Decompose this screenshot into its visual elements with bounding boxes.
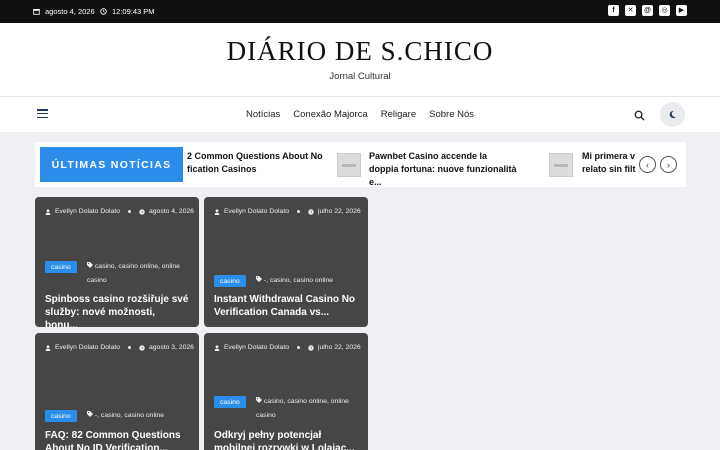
post-title[interactable]: Instant Withdrawal Casino No Verificatio… — [214, 293, 358, 319]
search-icon[interactable] — [634, 110, 645, 121]
user-icon — [214, 208, 220, 215]
instagram-icon[interactable]: ◎ — [659, 5, 670, 16]
post-tags: casino, casino online, online casino — [256, 395, 361, 423]
ticker-item[interactable]: Mi primera v relato sin filt — [582, 150, 637, 176]
ticker-controls: ‹ › — [639, 156, 677, 173]
clock-icon — [139, 208, 145, 215]
ticker-thumbnail[interactable] — [337, 153, 361, 177]
chevron-left-icon[interactable]: ‹ — [639, 156, 656, 173]
clock-icon — [308, 344, 314, 351]
post-author[interactable]: Evellyn Dolato Dolato — [224, 344, 289, 351]
tag-icon — [256, 397, 262, 403]
site-header: DIÁRIO DE S.CHICO Jornal Cultural — [0, 23, 720, 96]
post-meta: Evellyn Dolato Dolato julho 22, 2026 — [214, 208, 361, 215]
latest-news-ticker: ÚLTIMAS NOTÍCIAS 2 Common Questions Abou… — [35, 142, 686, 187]
moon-icon — [669, 110, 677, 119]
post-tags: -, casino, casino online — [256, 274, 361, 288]
post-date[interactable]: agosto 3, 2026 — [149, 344, 194, 351]
post-card[interactable]: Evellyn Dolato Dolato julho 22, 2026 cas… — [204, 333, 368, 450]
time-text: 12:09:43 PM — [112, 7, 155, 16]
tags-text[interactable]: casino, casino online, online casino — [256, 398, 349, 419]
site-title[interactable]: DIÁRIO DE S.CHICO — [0, 36, 720, 67]
post-title[interactable]: FAQ: 82 Common Questions About No ID Ver… — [45, 429, 189, 450]
calendar-icon — [33, 8, 40, 15]
user-icon — [214, 344, 220, 351]
nav-item-conexao-majorca[interactable]: Conexão Majorca — [293, 109, 367, 120]
threads-icon[interactable]: @ — [642, 5, 653, 16]
date-text: agosto 4, 2026 — [45, 7, 95, 16]
nav-item-noticias[interactable]: Notícias — [246, 109, 280, 120]
post-title[interactable]: Odkryj pełny potencjał mobilnej rozrywki… — [214, 429, 358, 450]
post-meta: Evellyn Dolato Dolato agosto 3, 2026 — [45, 344, 194, 351]
post-title[interactable]: Spinboss casino rozšiřuje své služby: no… — [45, 293, 189, 327]
current-date: agosto 4, 2026 — [33, 7, 95, 16]
post-card[interactable]: Evellyn Dolato Dolato agosto 3, 2026 cas… — [35, 333, 199, 450]
post-author[interactable]: Evellyn Dolato Dolato — [55, 208, 120, 215]
top-bar: agosto 4, 2026 12:09:43 PM f ✕ @ ◎ ▶ — [0, 0, 720, 23]
social-links: f ✕ @ ◎ ▶ — [608, 5, 687, 16]
post-tags: -, casino, casino online — [87, 409, 192, 423]
current-time: 12:09:43 PM — [100, 7, 155, 16]
user-icon — [45, 344, 51, 351]
clock-icon — [100, 8, 107, 15]
ticker-label: ÚLTIMAS NOTÍCIAS — [40, 147, 183, 182]
category-badge[interactable]: casino — [214, 275, 246, 287]
nav-item-sobre-nos[interactable]: Sobre Nós — [429, 109, 474, 120]
clock-icon — [308, 208, 314, 215]
youtube-icon[interactable]: ▶ — [676, 5, 687, 16]
nav-menu: Notícias Conexão Majorca Religare Sobre … — [0, 109, 720, 120]
post-author[interactable]: Evellyn Dolato Dolato — [224, 208, 289, 215]
facebook-icon[interactable]: f — [608, 5, 619, 16]
post-meta: Evellyn Dolato Dolato julho 22, 2026 — [214, 344, 361, 351]
x-icon[interactable]: ✕ — [625, 5, 636, 16]
tags-text[interactable]: casino, casino online, online casino — [87, 263, 180, 284]
ticker-item[interactable]: 2 Common Questions About No fication Cas… — [187, 150, 327, 176]
category-badge[interactable]: casino — [45, 410, 77, 422]
tag-icon — [87, 411, 93, 417]
post-meta: Evellyn Dolato Dolato agosto 4, 2026 — [45, 208, 194, 215]
tags-text[interactable]: -, casino, casino online — [264, 277, 333, 284]
post-date[interactable]: julho 22, 2026 — [318, 344, 361, 351]
user-icon — [45, 208, 51, 215]
category-badge[interactable]: casino — [45, 261, 77, 273]
tag-icon — [256, 276, 262, 282]
ticker-item[interactable]: Pawnbet Casino accende la doppia fortuna… — [369, 150, 519, 187]
dark-mode-toggle[interactable] — [660, 102, 685, 127]
site-tagline: Jornal Cultural — [329, 71, 391, 82]
post-date[interactable]: agosto 4, 2026 — [149, 208, 194, 215]
category-badge[interactable]: casino — [214, 396, 246, 408]
post-author[interactable]: Evellyn Dolato Dolato — [55, 344, 120, 351]
ticker-thumbnail[interactable] — [549, 153, 573, 177]
chevron-right-icon[interactable]: › — [660, 156, 677, 173]
nav-item-religare[interactable]: Religare — [381, 109, 416, 120]
clock-icon — [139, 344, 145, 351]
post-card[interactable]: Evellyn Dolato Dolato julho 22, 2026 cas… — [204, 197, 368, 327]
main-navigation: Notícias Conexão Majorca Religare Sobre … — [0, 96, 720, 132]
tags-text[interactable]: -, casino, casino online — [95, 412, 164, 419]
post-tags: casino, casino online, online casino — [87, 260, 192, 288]
post-date[interactable]: julho 22, 2026 — [318, 208, 361, 215]
tag-icon — [87, 262, 93, 268]
post-card[interactable]: Evellyn Dolato Dolato agosto 4, 2026 cas… — [35, 197, 199, 327]
